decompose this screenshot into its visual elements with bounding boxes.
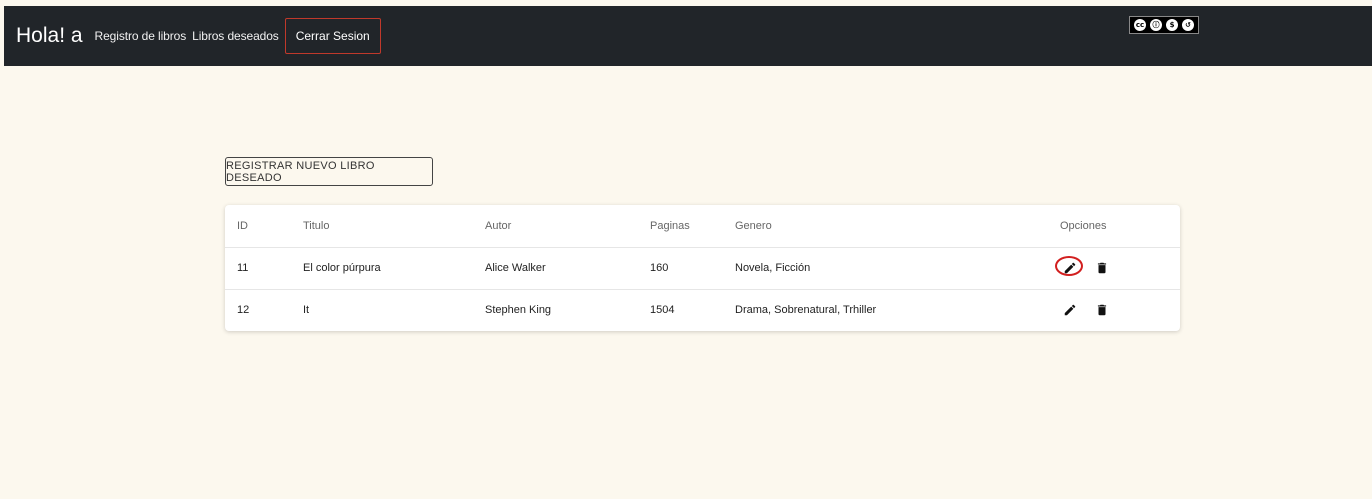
cell-genero: Novela, Ficción: [735, 262, 811, 274]
creative-commons-icon: cc: [1134, 19, 1146, 31]
edit-icon[interactable]: [1058, 300, 1082, 320]
header-paginas: Paginas: [650, 220, 690, 232]
table-header-row: ID Titulo Autor Paginas Genero Opciones: [225, 205, 1180, 248]
cell-titulo: El color púrpura: [303, 262, 381, 274]
cell-paginas: 1504: [650, 304, 675, 316]
table-row: 12 It Stephen King 1504 Drama, Sobrenatu…: [225, 289, 1180, 331]
nc-icon: $: [1166, 19, 1178, 31]
cell-titulo: It: [303, 304, 310, 316]
cell-autor: Alice Walker: [485, 262, 546, 274]
header-autor: Autor: [485, 220, 512, 232]
brand-greeting: Hola! a: [16, 24, 83, 47]
nav-link-libros-deseados[interactable]: Libros deseados: [192, 29, 279, 43]
sa-icon: ↺: [1182, 19, 1194, 31]
cell-id: 11: [237, 262, 249, 274]
delete-icon[interactable]: [1090, 258, 1114, 278]
wished-books-table: ID Titulo Autor Paginas Genero Opciones …: [225, 205, 1180, 331]
register-new-wished-book-button[interactable]: REGISTRAR NUEVO LIBRO DESEADO: [225, 157, 433, 186]
row-options: [1058, 289, 1114, 331]
header-opciones: Opciones: [1060, 220, 1107, 232]
delete-icon[interactable]: [1090, 300, 1114, 320]
header-id: ID: [237, 220, 248, 232]
table-row: 11 El color púrpura Alice Walker 160 Nov…: [225, 247, 1180, 290]
cell-genero: Drama, Sobrenatural, Trhiller: [735, 304, 877, 316]
edit-icon[interactable]: [1055, 256, 1083, 278]
top-navbar: Hola! a Registro de libros Libros desead…: [4, 6, 1372, 66]
nav-link-registro-de-libros[interactable]: Registro de libros: [95, 29, 187, 43]
by-icon: ⓘ: [1150, 19, 1162, 31]
cell-paginas: 160: [650, 262, 669, 274]
header-titulo: Titulo: [303, 220, 330, 232]
header-genero: Genero: [735, 220, 772, 232]
row-options: [1055, 247, 1114, 289]
cell-id: 12: [237, 304, 250, 316]
logout-button[interactable]: Cerrar Sesion: [284, 18, 381, 54]
cell-autor: Stephen King: [485, 304, 552, 316]
creative-commons-license-badge: cc ⓘ $ ↺: [1129, 16, 1199, 34]
